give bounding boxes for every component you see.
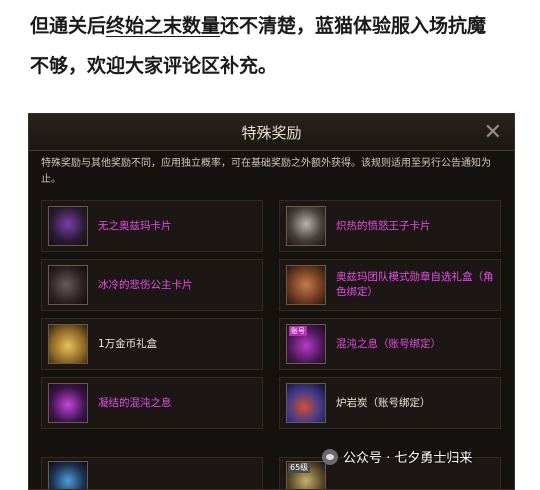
reward-item-partial[interactable] [41, 457, 263, 489]
chaos-crystal-icon [48, 383, 88, 423]
article-highlight: 终始之末数量 [106, 15, 221, 37]
watermark-text: 公众号 · 七夕勇士归来 [343, 451, 473, 466]
reward-item-chaos-crystal[interactable]: 凝结的混沌之息 [41, 377, 263, 429]
item-icon: 65级 [286, 461, 326, 489]
white-card-icon [286, 206, 326, 246]
article-line-1: 但通关后终始之末数量还不清楚，蓝猫体验服入场抗魔 [30, 6, 530, 46]
watermark: 公众号 · 七夕勇士归来 [322, 447, 472, 466]
reward-label: 凝结的混沌之息 [98, 396, 172, 409]
close-button[interactable]: ✕ [484, 120, 502, 145]
reward-item-chaos-breath[interactable]: 账号 混沌之息（账号绑定） [279, 318, 501, 370]
reward-label: 混沌之息（账号绑定） [336, 337, 441, 350]
reward-label: 冰冷的悲伤公主卡片 [98, 278, 193, 291]
reward-item-ozma-card[interactable]: 无之奥兹玛卡片 [41, 200, 263, 252]
account-bind-tag: 账号 [289, 326, 307, 336]
reward-label: 炽热的愤怒王子卡片 [336, 219, 431, 232]
rewards-grid: 无之奥兹玛卡片 炽热的愤怒王子卡片 冰冷的悲伤公主卡片 奥兹玛团队模式勋章自选礼… [41, 200, 507, 429]
reward-label: 1万金币礼盒 [98, 337, 158, 350]
wechat-icon [322, 448, 338, 465]
article-line-1-post: 还不清楚，蓝猫体验服入场抗魔 [220, 15, 487, 37]
item-icon [48, 461, 88, 489]
purple-card-icon [48, 206, 88, 246]
dialog-title: 特殊奖励 [241, 124, 302, 142]
article-line-1-pre: 但通关后 [30, 15, 107, 37]
special-rewards-dialog: 特殊奖励 ✕ 特殊奖励与其他奖励不同，应用独立概率，可在基础奖励之外额外获得。该… [28, 113, 515, 490]
gold-box-icon [48, 324, 88, 364]
reward-label: 奥兹玛团队模式勋章自选礼盒（角色绑定） [336, 271, 494, 298]
dialog-header: 特殊奖励 ✕ [29, 114, 514, 151]
chaos-breath-icon: 账号 [286, 324, 326, 364]
reward-item-princess-card[interactable]: 冰冷的悲伤公主卡片 [41, 259, 263, 311]
reward-label: 无之奥兹玛卡片 [98, 219, 172, 232]
reward-item-medal-box[interactable]: 奥兹玛团队模式勋章自选礼盒（角色绑定） [279, 259, 501, 311]
reward-label: 炉岩炭（账号绑定） [336, 396, 431, 409]
dialog-description: 特殊奖励与其他奖励不同，应用独立概率，可在基础奖励之外额外获得。该规则适用至另行… [41, 158, 491, 185]
reward-item-prince-card[interactable]: 炽热的愤怒王子卡片 [279, 200, 501, 252]
dark-card-icon [48, 265, 88, 305]
reward-item-gold-box[interactable]: 1万金币礼盒 [41, 318, 263, 370]
article-text: 但通关后终始之末数量还不清楚，蓝猫体验服入场抗魔 不够，欢迎大家评论区补充。 [30, 6, 530, 86]
level-badge: 65级 [288, 463, 311, 473]
chest-icon [286, 265, 326, 305]
lava-coal-icon [286, 383, 326, 423]
article-line-2: 不够，欢迎大家评论区补充。 [30, 55, 278, 77]
reward-item-lava-coal[interactable]: 炉岩炭（账号绑定） [279, 377, 501, 429]
